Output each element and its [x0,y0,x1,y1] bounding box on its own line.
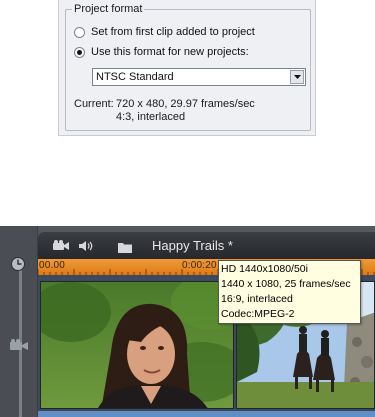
project-format-panel: Project format Set from first clip added… [58,0,316,136]
current-label: Current: [74,98,114,110]
camera-icon[interactable] [52,239,70,257]
clock-icon[interactable] [10,256,26,277]
radio-use-this-format[interactable]: Use this format for new projects: [74,46,249,58]
speaker-icon[interactable] [78,239,94,257]
video-track-icon[interactable] [8,339,30,358]
timeline-left-column [0,226,38,417]
clip-thumbnail-woman[interactable] [40,281,234,409]
project-title: Happy Trails * [152,238,233,253]
tooltip-line-format: HD 1440x1080/50i [221,263,308,275]
tooltip-line-aspect: 16:9, interlaced [221,293,293,305]
project-format-group: Project format Set from first clip added… [65,3,311,131]
chevron-down-icon[interactable] [290,70,304,84]
radio-set-from-first-clip[interactable]: Set from first clip added to project [74,26,255,38]
radio-button-unchecked[interactable] [74,26,85,38]
tooltip-line-resolution: 1440 x 1080, 25 frames/sec [221,278,351,290]
format-dropdown-value: NTSC Standard [96,71,174,83]
timeline-toolbar: Happy Trails * [38,232,375,259]
tooltip-line-codec: Codec:MPEG-2 [221,308,295,320]
project-format-legend: Project format [72,3,145,16]
format-dropdown[interactable]: NTSC Standard [92,68,306,86]
radio-button-checked[interactable] [74,46,85,58]
current-format-line1: 720 x 480, 29.97 frames/sec [116,98,255,110]
clip-info-tooltip: HD 1440x1080/50i 1440 x 1080, 25 frames/… [218,260,361,324]
folder-icon[interactable] [118,240,132,258]
track-bottom-bar [38,411,375,417]
current-format-line2: 4:3, interlaced [116,111,186,123]
radio-use-format-label: Use this format for new projects: [91,46,249,58]
radio-first-clip-label: Set from first clip added to project [91,26,255,38]
